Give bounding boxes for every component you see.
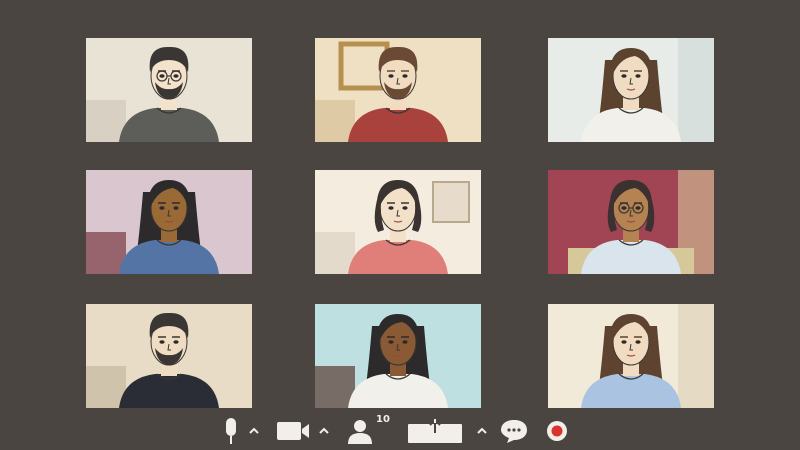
participant-tile[interactable] xyxy=(86,304,252,408)
participant-video xyxy=(315,170,481,274)
participants-button[interactable] xyxy=(344,412,376,450)
chevron-up-icon xyxy=(249,427,259,434)
chevron-up-icon xyxy=(319,427,329,434)
microphone-icon xyxy=(226,418,236,444)
participant-tile[interactable] xyxy=(315,304,481,408)
video-camera-icon xyxy=(277,422,309,440)
share-options-chevron[interactable] xyxy=(474,412,490,450)
chevron-up-icon xyxy=(477,427,487,434)
participant-video xyxy=(315,38,481,142)
participant-video xyxy=(86,38,252,142)
audio-options-chevron[interactable] xyxy=(246,412,262,450)
participant-video xyxy=(315,304,481,408)
participant-tile[interactable] xyxy=(315,170,481,274)
participant-tile[interactable] xyxy=(548,304,714,408)
record-button[interactable] xyxy=(544,412,570,450)
participant-tile[interactable] xyxy=(548,170,714,274)
participants-icon xyxy=(348,420,372,444)
mute-button[interactable] xyxy=(218,412,244,450)
participant-video xyxy=(548,170,714,274)
participant-video xyxy=(548,304,714,408)
share-screen-icon xyxy=(408,418,462,443)
chat-button[interactable] xyxy=(498,412,530,450)
video-grid xyxy=(0,0,800,450)
participant-video xyxy=(86,170,252,274)
participant-video xyxy=(548,38,714,142)
share-screen-button[interactable] xyxy=(406,412,464,450)
participant-tile[interactable] xyxy=(548,38,714,142)
video-button[interactable] xyxy=(274,412,312,450)
video-options-chevron[interactable] xyxy=(316,412,332,450)
participant-tile[interactable] xyxy=(86,38,252,142)
participant-tile[interactable] xyxy=(315,38,481,142)
participants-count: 10 xyxy=(376,414,390,425)
chat-icon xyxy=(501,420,527,443)
participant-tile[interactable] xyxy=(86,170,252,274)
record-icon xyxy=(547,421,567,441)
meeting-toolbar xyxy=(0,412,800,450)
participant-video xyxy=(86,304,252,408)
